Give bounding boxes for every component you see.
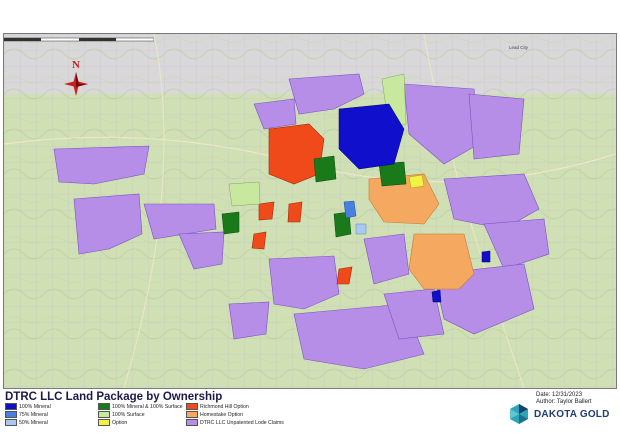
town-label: Lead City bbox=[509, 45, 529, 50]
legend-item-mineral-surface-100: 100% Mineral & 100% Surface bbox=[98, 403, 183, 410]
legend-item-option: Option bbox=[98, 419, 127, 426]
mineral-50 bbox=[355, 223, 367, 235]
legend-item-homestake: Homestake Option bbox=[186, 411, 243, 418]
brand-name: DAKOTA GOLD bbox=[534, 408, 610, 420]
legend-swatch bbox=[186, 411, 198, 418]
legend-swatch bbox=[98, 403, 110, 410]
legend-item-lode-claims: DTRC LLC Unpatented Lode Claims bbox=[186, 419, 284, 426]
map-view[interactable]: N Lead City bbox=[3, 33, 617, 389]
legend-swatch bbox=[186, 403, 198, 410]
brand-logo: DAKOTA GOLD bbox=[508, 403, 610, 425]
dakota-gold-logo-icon bbox=[510, 404, 528, 424]
legend-item-surface-100: 100% Surface bbox=[98, 411, 145, 418]
scale-bar bbox=[4, 37, 154, 42]
map-canvas: N Lead City bbox=[4, 34, 616, 388]
north-label: N bbox=[72, 59, 80, 71]
legend-swatch bbox=[98, 411, 110, 418]
legend-item-mineral-75: 75% Mineral bbox=[5, 411, 48, 418]
map-title: DTRC LLC Land Package by Ownership bbox=[5, 391, 223, 403]
legend-swatch bbox=[186, 419, 198, 426]
map-date: Date: 12/31/2023 bbox=[536, 392, 583, 398]
legend-swatch bbox=[5, 411, 17, 418]
legend-swatch bbox=[5, 403, 17, 410]
option-parcel bbox=[408, 174, 425, 189]
legend-item-richmond-hill: Richmond Hill Option bbox=[186, 403, 249, 410]
mineral-75 bbox=[343, 200, 357, 219]
legend-item-mineral-100: 100% Mineral bbox=[5, 403, 51, 410]
legend-swatch bbox=[5, 419, 17, 426]
legend-item-mineral-50: 50% Mineral bbox=[5, 419, 48, 426]
legend-swatch bbox=[98, 419, 110, 426]
